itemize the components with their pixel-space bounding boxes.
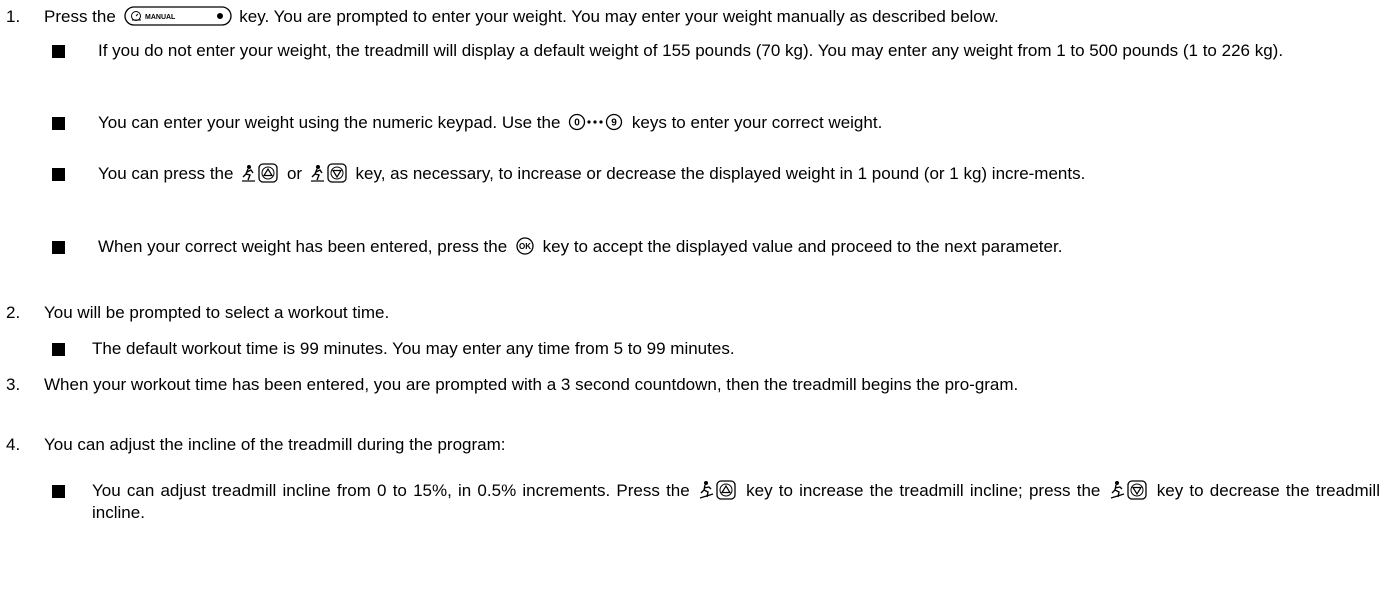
bullet-text: If you do not enter your weight, the tre…: [98, 41, 1284, 60]
step-text: Press the MANUAL key. You are prompted t…: [44, 6, 1380, 28]
manual-key-icon: MANUAL: [123, 6, 232, 26]
bullet-text-post: key, as necessary, to increase or decrea…: [355, 164, 1086, 183]
step-number: 2.: [6, 303, 21, 322]
bullet-square-icon: [52, 343, 65, 356]
step-text: When your workout time has been entered,…: [44, 375, 1019, 394]
speed-up-key-icon: [241, 163, 279, 183]
bullet-text: The default workout time is 99 minutes. …: [92, 339, 735, 358]
bullet-text-mid: key to increase the treadmill incline; p…: [746, 481, 1101, 500]
bullet-text: You can press the or key, as necessary, …: [98, 163, 1380, 185]
step-number: 3.: [6, 375, 21, 394]
bullet-text-post: key to accept the displayed value and pr…: [542, 237, 1063, 256]
bullet-square-icon: [52, 45, 65, 58]
step-text: You will be prompted to select a workout…: [44, 303, 390, 322]
bullet-text-pre: You can enter your weight using the nume…: [98, 113, 561, 132]
speed-down-key-icon: [310, 163, 348, 183]
bullet-text-pre: You can press the: [98, 164, 234, 183]
bullet-square-icon: [52, 168, 65, 181]
step-number: 4.: [6, 435, 21, 454]
digit-key-end: 9: [611, 118, 617, 129]
digit-key-start: 0: [574, 118, 580, 129]
bullet-square-icon: [52, 241, 65, 254]
bullet-text-pre: When your correct weight has been entere…: [98, 237, 508, 256]
bullet-text-post: keys to enter your correct weight.: [631, 113, 883, 132]
ok-key-label: OK: [519, 242, 531, 251]
bullet-text-pre: You can adjust treadmill incline from 0 …: [92, 481, 690, 500]
step-number: 1.: [6, 7, 21, 26]
step-text: You can adjust the incline of the treadm…: [44, 435, 506, 454]
bullet-text: You can adjust treadmill incline from 0 …: [92, 480, 1380, 524]
bullet-text: You can enter your weight using the nume…: [98, 112, 1380, 134]
bullet-square-icon: [52, 485, 65, 498]
bullet-text-mid: or: [286, 164, 303, 183]
incline-up-key-icon: [699, 480, 737, 500]
ok-key-icon: OK: [515, 236, 535, 256]
incline-down-key-icon: [1110, 480, 1148, 500]
digit-keys-icon: 0 9: [568, 112, 624, 132]
manual-key-label: MANUAL: [145, 14, 176, 21]
step-text-pre: Press the: [44, 7, 116, 26]
bullet-text: When your correct weight has been entere…: [98, 236, 1380, 258]
step-text-post: key. You are prompted to enter your weig…: [239, 7, 999, 26]
bullet-square-icon: [52, 117, 65, 130]
